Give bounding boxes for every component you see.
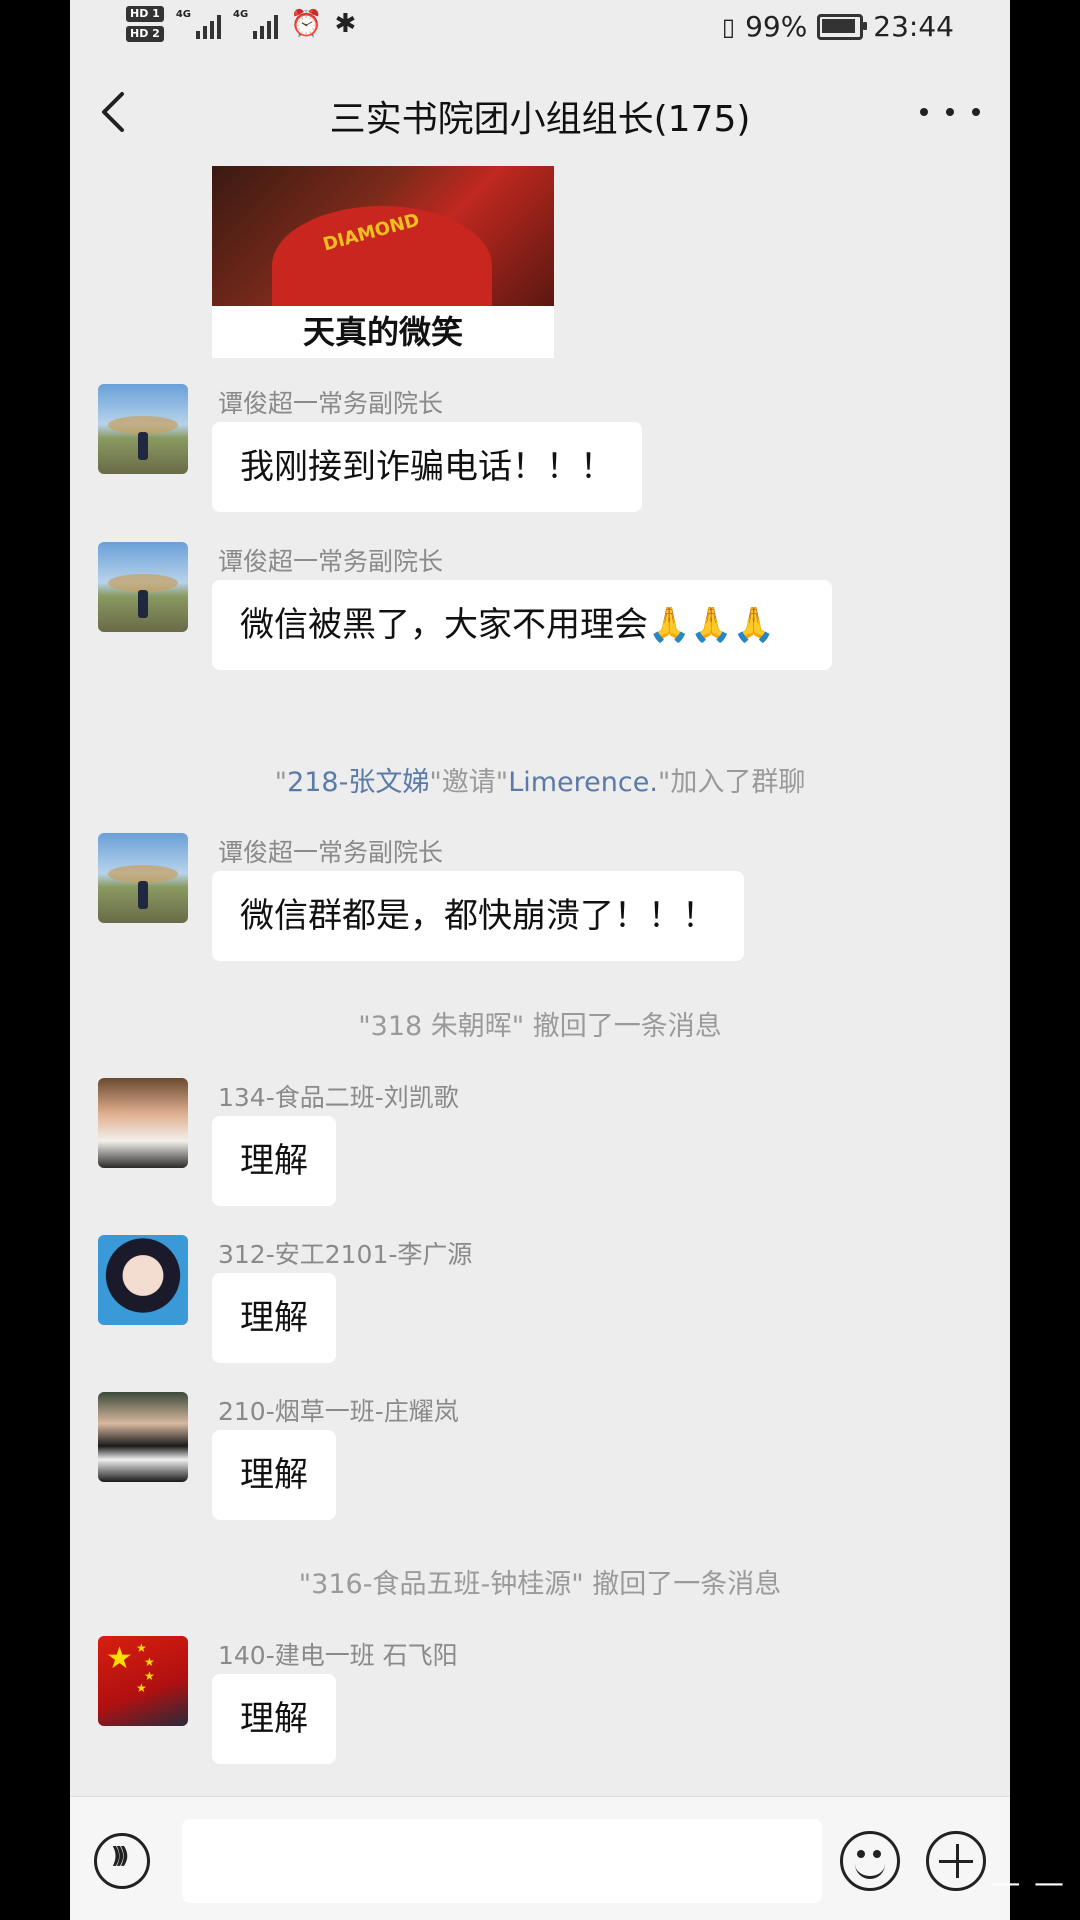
message-bubble[interactable]: 理解 bbox=[212, 1674, 336, 1764]
status-bar: HD 1 HD 2 4G 4G ⏰ ✱ ▯ 99% 23:44 bbox=[70, 0, 1010, 62]
message-item: 谭俊超一常务副院长 我刚接到诈骗电话！！！ bbox=[98, 384, 978, 512]
avatar[interactable] bbox=[98, 833, 188, 923]
message-bubble[interactable]: 微信群都是，都快崩溃了！！！ bbox=[212, 871, 744, 961]
clock: 23:44 bbox=[873, 10, 954, 43]
signal-icon: 4G bbox=[233, 9, 279, 39]
more-icon[interactable] bbox=[920, 82, 980, 142]
system-notice-recall: "316-食品五班-钟桂源" 撤回了一条消息 bbox=[298, 1569, 782, 1600]
image-message[interactable]: DIAMOND 天真的微笑 bbox=[212, 166, 554, 358]
input-toolbar bbox=[70, 1796, 1010, 1920]
message-bubble[interactable]: 理解 bbox=[212, 1273, 336, 1363]
avatar[interactable] bbox=[98, 1392, 188, 1482]
hd-indicator: HD 1 HD 2 bbox=[126, 6, 164, 42]
voice-icon[interactable] bbox=[94, 1833, 150, 1889]
star-icon: ★ bbox=[136, 1641, 147, 1655]
star-icon: ★ bbox=[136, 1681, 147, 1695]
sender-name: 谭俊超一常务副院长 bbox=[218, 389, 444, 418]
meme-caption: 天真的微笑 bbox=[212, 306, 554, 358]
sender-name: 谭俊超一常务副院长 bbox=[218, 838, 444, 867]
pray-emoji: 🙏🙏🙏 bbox=[648, 605, 776, 645]
battery-icon bbox=[817, 13, 868, 40]
message-bubble[interactable]: 理解 bbox=[212, 1116, 336, 1206]
system-notice-recall: "318 朱朝晖" 撤回了一条消息 bbox=[358, 1011, 722, 1042]
plus-icon[interactable] bbox=[926, 1831, 986, 1891]
sender-name: 134-食品二班-刘凯歌 bbox=[218, 1083, 459, 1112]
watermark-mark: — — bbox=[990, 1866, 1066, 1901]
avatar[interactable] bbox=[98, 1235, 188, 1325]
vibrate-icon: ▯ bbox=[721, 12, 736, 41]
system-notice-invite: "218-张文娣"邀请"Limerence."加入了群聊 bbox=[274, 767, 806, 798]
chat-screen: HD 1 HD 2 4G 4G ⏰ ✱ ▯ 99% 23:44 三实书院团小组组长… bbox=[70, 0, 1010, 1920]
alarm-icon: ⏰ bbox=[290, 9, 323, 39]
message-bubble[interactable]: 理解 bbox=[212, 1430, 336, 1520]
inviter-link[interactable]: 218-张文娣 bbox=[287, 767, 429, 798]
star-icon: ★ bbox=[144, 1655, 155, 1669]
back-icon[interactable] bbox=[90, 82, 140, 142]
message-bubble[interactable]: 我刚接到诈骗电话！！！ bbox=[212, 422, 642, 512]
battery-percent: 99% bbox=[745, 10, 808, 43]
message-text: 微信被黑了，大家不用理会 bbox=[240, 605, 648, 645]
avatar[interactable] bbox=[98, 1078, 188, 1168]
message-bubble[interactable]: 微信被黑了，大家不用理会🙏🙏🙏 bbox=[212, 580, 832, 670]
sender-name: 谭俊超一常务副院长 bbox=[218, 547, 444, 576]
chat-title: 三实书院团小组组长(175) bbox=[329, 99, 751, 140]
nav-bar: 三实书院团小组组长(175) bbox=[70, 62, 1010, 162]
message-item: 谭俊超一常务副院长 微信群都是，都快崩溃了！！！ bbox=[98, 833, 978, 961]
sender-name: 140-建电一班 石飞阳 bbox=[218, 1641, 458, 1670]
bluetooth-icon: ✱ bbox=[334, 9, 357, 39]
sender-name: 312-安工2101-李广源 bbox=[218, 1240, 473, 1269]
signal-icon: 4G bbox=[176, 9, 221, 39]
avatar[interactable] bbox=[98, 542, 188, 632]
avatar[interactable] bbox=[98, 384, 188, 474]
sender-name: 210-烟草一班-庄耀岚 bbox=[218, 1397, 459, 1426]
emoji-icon[interactable] bbox=[840, 1831, 900, 1891]
message-item: 谭俊超一常务副院长 微信被黑了，大家不用理会🙏🙏🙏 bbox=[98, 542, 978, 670]
invitee-link[interactable]: Limerence. bbox=[508, 767, 658, 798]
star-icon: ★ bbox=[106, 1641, 133, 1676]
avatar[interactable]: ★ ★ ★ ★ ★ bbox=[98, 1636, 188, 1726]
message-input[interactable] bbox=[182, 1819, 822, 1903]
